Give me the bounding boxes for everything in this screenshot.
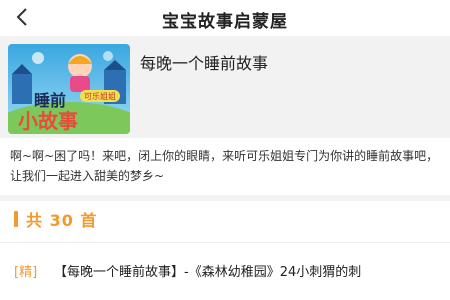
track-count: 共 30 首 — [26, 211, 98, 230]
cover-badge-text: 可乐姐姐 — [84, 91, 116, 101]
cover-title-top: 睡前 — [34, 91, 66, 110]
track-count-header: 共 30 首 — [14, 207, 97, 231]
album-description: 啊~啊~困了吗！来吧，闭上你的眼睛，来听可乐姐姐专门为你讲的睡前故事吧，让我们一… — [10, 149, 439, 183]
featured-tag: [精] — [14, 265, 38, 280]
page-title: 宝宝故事启蒙屋 — [162, 12, 288, 32]
album-cover-image: 可乐姐姐 睡前 小故事 — [8, 44, 130, 134]
album-title: 每晚一个睡前故事 — [140, 54, 269, 73]
story-title: 【每晚一个睡前故事】-《森林幼稚园》24小刺猬的刺 — [54, 265, 362, 280]
story-list-item[interactable]: [精] 【每晚一个睡前故事】-《森林幼稚园》24小刺猬的刺 — [0, 243, 450, 300]
section-divider — [0, 195, 450, 201]
accent-bar — [14, 211, 18, 227]
top-bar: 宝宝故事启蒙屋 — [0, 0, 450, 34]
cover-title-bottom: 小故事 — [18, 109, 78, 133]
